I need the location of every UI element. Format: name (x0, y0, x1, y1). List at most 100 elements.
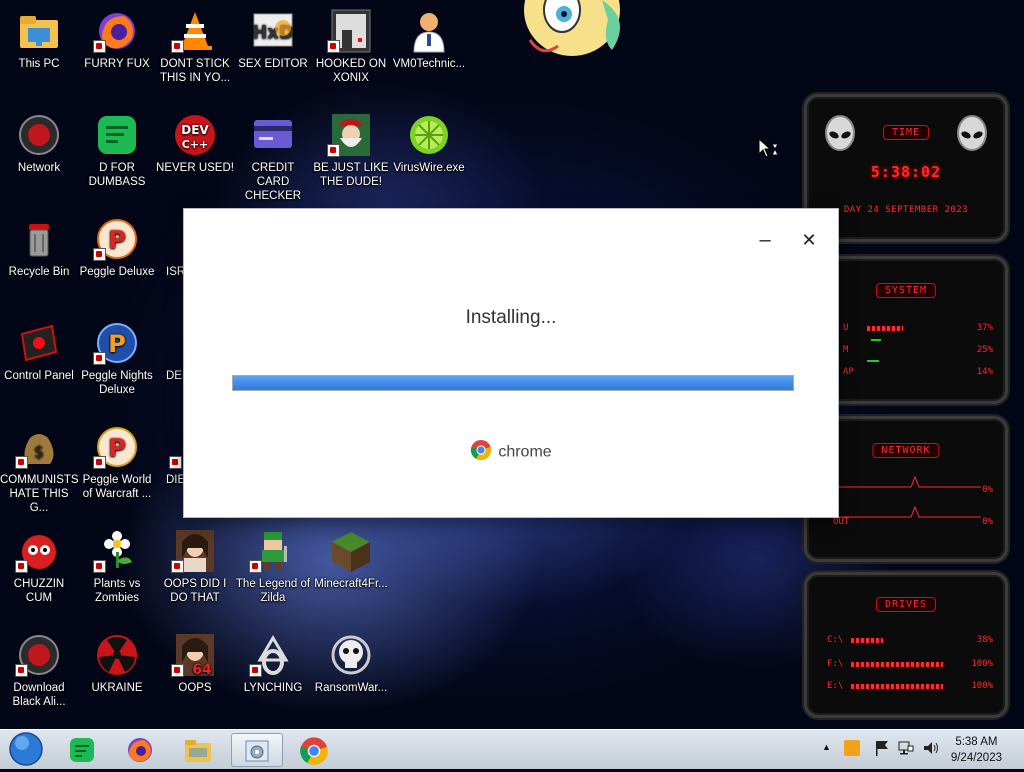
desktop-icon-credit-card-checker[interactable]: CREDIT CARD CHECKER (234, 112, 312, 203)
desktop-icon-label: VirusWire.exe (393, 162, 465, 174)
shortcut-arrow-icon (249, 664, 262, 677)
action-center-flag-icon[interactable] (874, 739, 890, 760)
cartoon-character-decoration (512, 0, 640, 60)
network-row-value: 0% (982, 517, 993, 527)
desktop-icon-label: CREDIT CARD CHECKER (244, 162, 302, 202)
desktop-icon-vm0technic[interactable]: VM0Technic... (390, 8, 468, 71)
network-row-value: 0% (982, 485, 993, 495)
portrait-64-icon: 64 (171, 632, 218, 678)
desktop-icon-label: UKRAINE (91, 682, 143, 694)
desktop-icon-never-used[interactable]: DEV C++ NEVER USED! (156, 112, 234, 175)
desktop-icon-be-just-like-the-dude[interactable]: BE JUST LIKE THE DUDE! (312, 112, 390, 189)
taskbar-clock[interactable]: 5:38 AM 9/24/2023 (951, 734, 1002, 766)
noose-icon (249, 632, 296, 678)
flower-icon (93, 528, 140, 574)
clock-date: 9/24/2023 (950, 752, 1002, 764)
taskbar-file-explorer-button[interactable] (180, 733, 216, 765)
desktop-icon-chuzzin[interactable]: CHUZZIN CUM (0, 528, 78, 605)
desktop-icon-download-black-alien[interactable]: Download Black Ali... (0, 632, 78, 709)
drive-row-value: 38% (976, 635, 993, 645)
progress-fill (233, 376, 793, 390)
peggle-wow-icon: P (93, 424, 140, 470)
desktop-icon-plants-vs-zombies[interactable]: Plants vs Zombies (78, 528, 156, 605)
show-hidden-icons-chevron-icon[interactable]: ▲ (822, 742, 831, 752)
desktop-icon-hooked-on-xonix[interactable]: HOOKED ON XONIX (312, 8, 390, 85)
desktop-icon-this-pc[interactable]: This PC (0, 8, 78, 71)
dude-icon (327, 112, 374, 158)
start-button[interactable] (6, 732, 46, 766)
desktop-icon-label: Recycle Bin (8, 266, 70, 278)
desktop-icon-label: COMMUNISTS HATE THIS G... (0, 474, 79, 514)
close-button[interactable]: ✕ (794, 227, 824, 253)
drive-row-label: C:\ (827, 635, 844, 645)
desktop-icon-label: Peggle Nights Deluxe (81, 370, 153, 396)
alien-head-right-icon (955, 115, 989, 160)
svg-text:$: $ (34, 442, 44, 461)
desktop-icon-peggle-deluxe[interactable]: P Peggle Deluxe (78, 216, 156, 279)
system-row-bar (867, 326, 903, 331)
network-status-icon[interactable] (898, 740, 914, 759)
gadget-clock: 5:38:02 (870, 163, 942, 181)
desktop-icon-legend-of-zilda[interactable]: The Legend of Zilda (234, 528, 312, 605)
desktop-icon-control-panel[interactable]: Control Panel (0, 320, 78, 383)
desktop-icon-label: DONT STICK THIS IN YO... (159, 58, 231, 84)
drives-header: DRIVES (875, 597, 937, 612)
system-row-value: 37% (976, 323, 993, 333)
desktop-icon-label: Network (17, 162, 61, 174)
shortcut-arrow-icon (169, 456, 182, 469)
system-row-label: AP (843, 367, 854, 377)
desktop-icon-ukraine[interactable]: UKRAINE (78, 632, 156, 695)
desktop-icon-network[interactable]: Network (0, 112, 78, 175)
clock-time: 5:38 AM (955, 736, 998, 748)
chrome-brand: chrome (184, 439, 838, 466)
taskbar-firefox-button[interactable] (122, 733, 158, 765)
desktop-icon-label: Plants vs Zombies (93, 578, 141, 604)
desktop-icon-viruswire[interactable]: VirusWire.exe (390, 112, 468, 175)
desktop-icon-oops[interactable]: 64 OOPS (156, 632, 234, 695)
shortcut-arrow-icon (93, 456, 106, 469)
minimize-button[interactable]: – (750, 227, 780, 253)
network-header: NETWORK (872, 443, 940, 458)
desktop-icon-furry-fux[interactable]: FURRY FUX (78, 8, 156, 71)
desktop-icon-recycle-bin[interactable]: Recycle Bin (0, 216, 78, 279)
system-row-value: 14% (976, 367, 993, 377)
limewire-icon (406, 112, 452, 158)
desktop-icon-sex-editor[interactable]: HxD SEX EDITOR (234, 8, 312, 71)
grass-block-icon (328, 528, 374, 574)
portrait-icon (171, 528, 218, 574)
desktop-icon-ransomware[interactable]: RansomWar... (312, 632, 390, 695)
shortcut-arrow-icon (93, 560, 106, 573)
skull-icon (328, 632, 374, 678)
system-row-bar (871, 339, 881, 341)
desktop-icon-peggle-wow[interactable]: P Peggle World of Warcraft ... (78, 424, 156, 501)
desktop-icon-d-for-dumbass[interactable]: D FOR DUMBASS (78, 112, 156, 189)
taskbar-installer-button[interactable] (231, 733, 283, 767)
drive-row-value: 100% (971, 659, 993, 669)
desktop-icon-oops-did-i[interactable]: OOPS DID I DO THAT (156, 528, 234, 605)
system-row-label: M (843, 345, 849, 355)
chrome-logo-icon (470, 439, 492, 466)
drive-row-bar (851, 638, 883, 643)
desktop-icon-peggle-nights[interactable]: P Peggle Nights Deluxe (78, 320, 156, 397)
desktop-icon-communists[interactable]: $ COMMUNISTS HATE THIS G... (0, 424, 79, 515)
svg-text:P: P (108, 226, 126, 254)
desktop-icon-label: The Legend of Zilda (235, 578, 311, 604)
doctor-icon (406, 8, 452, 54)
tray-app-icon[interactable] (844, 740, 860, 756)
desktop-icon-minecraft[interactable]: Minecraft4Fr... (312, 528, 390, 591)
desktop-icon-label: SEX EDITOR (238, 58, 308, 70)
money-bag-icon: $ (15, 424, 62, 470)
chuzzle-icon (15, 528, 62, 574)
network-row-label: OUT (833, 517, 850, 527)
desktop-icon-dont-stick[interactable]: DONT STICK THIS IN YO... (156, 8, 234, 85)
taskbar-chrome-button[interactable] (296, 733, 332, 765)
desktop-icon-label: Peggle World of Warcraft ... (82, 474, 152, 500)
control-panel-icon (16, 320, 62, 366)
desktop-icon-label: BE JUST LIKE THE DUDE! (313, 162, 389, 188)
chrome-brand-text: chrome (498, 443, 552, 461)
shortcut-arrow-icon (15, 664, 28, 677)
taskbar-green-app-button[interactable] (64, 733, 100, 765)
desktop-icon-lynching[interactable]: LYNCHING (234, 632, 312, 695)
volume-icon[interactable] (922, 740, 940, 759)
shortcut-arrow-icon (15, 560, 28, 573)
